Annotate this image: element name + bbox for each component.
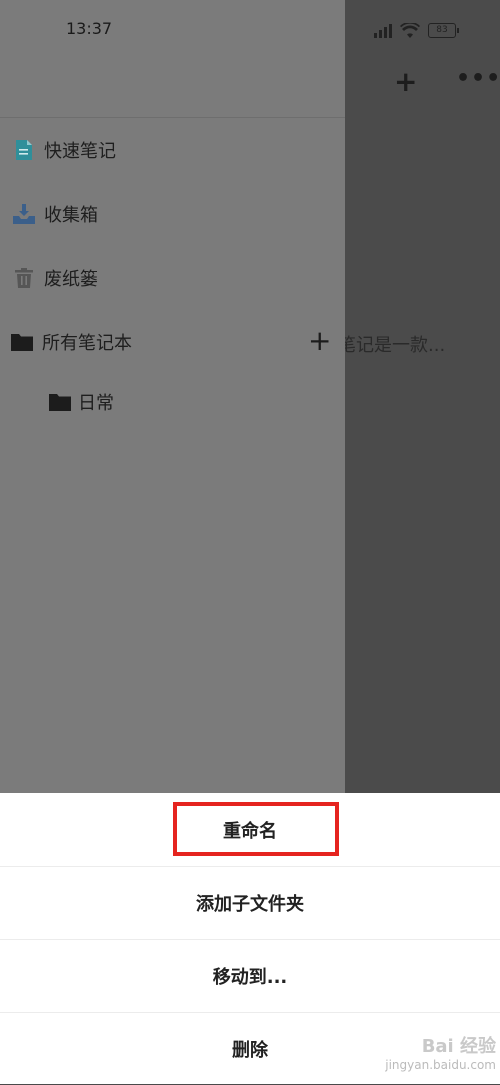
- folder-icon: [10, 330, 34, 354]
- add-note-icon[interactable]: +: [394, 68, 417, 96]
- trash-icon: [12, 266, 36, 290]
- watermark-url: jingyan.baidu.com: [385, 1058, 496, 1072]
- inbox-download-icon: [12, 202, 36, 226]
- move-to-button[interactable]: 移动到...: [0, 940, 500, 1012]
- drawer-item-inbox[interactable]: 收集箱: [12, 194, 98, 234]
- folder-icon: [48, 390, 72, 414]
- watermark: Bai 经验 jingyan.baidu.com: [380, 1032, 496, 1072]
- drawer-item-label: 废纸篓: [44, 269, 98, 290]
- watermark-brand: Bai 经验: [421, 1036, 496, 1057]
- wifi-icon: [400, 22, 420, 38]
- drawer-item-trash[interactable]: 废纸篓: [12, 258, 98, 298]
- drawer-divider: [0, 117, 345, 118]
- drawer-item-label: 快速笔记: [44, 141, 116, 162]
- navigation-drawer: 13:37 快速笔记 收集箱 废纸篓 所有笔记本 + 日常: [0, 0, 345, 800]
- more-options-icon[interactable]: •••: [456, 66, 500, 91]
- drawer-item-label: 日常: [78, 393, 114, 414]
- drawer-item-label: 所有笔记本: [42, 333, 132, 354]
- add-subfolder-button[interactable]: 添加子文件夹: [0, 867, 500, 939]
- drawer-item-label: 收集箱: [44, 205, 98, 226]
- battery-icon: 83: [428, 22, 459, 38]
- document-icon: [12, 138, 36, 162]
- add-notebook-icon[interactable]: +: [308, 326, 331, 356]
- note-preview-text[interactable]: 笔记是一款...: [338, 331, 445, 357]
- signal-icon: [374, 22, 392, 38]
- status-time: 13:37: [66, 19, 113, 38]
- highlight-annotation: [173, 802, 339, 856]
- drawer-item-daily[interactable]: 日常: [48, 382, 114, 422]
- drawer-item-all-notebooks[interactable]: 所有笔记本: [10, 322, 132, 362]
- status-icons: 83: [374, 20, 459, 40]
- drawer-item-quick-notes[interactable]: 快速笔记: [12, 130, 116, 170]
